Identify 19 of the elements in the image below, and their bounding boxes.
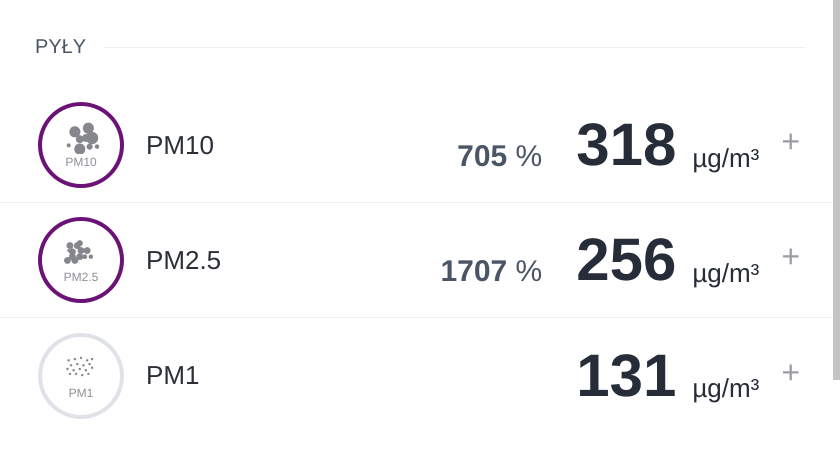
pollutant-name: PM2.5 xyxy=(146,244,222,276)
concentration-value: 131 xyxy=(576,346,676,406)
section-title: PYŁY xyxy=(35,35,86,60)
expand-button[interactable]: + xyxy=(781,356,800,388)
pollutant-name: PM10 xyxy=(146,128,215,162)
concentration-value: 256 xyxy=(576,230,676,290)
unit-label: µg/m³ xyxy=(692,256,760,290)
expand-button[interactable]: + xyxy=(781,125,800,157)
unit-label: µg/m³ xyxy=(692,372,760,405)
norm-percentage: 705 % xyxy=(456,138,542,174)
badge-label: PM10 xyxy=(65,156,97,168)
badge-label: PM2.5 xyxy=(64,271,98,283)
unit-label: µg/m³ xyxy=(692,142,760,174)
scrollbar[interactable] xyxy=(833,0,840,380)
concentration-value: 318 xyxy=(576,115,676,175)
norm-percentage: 1707 % xyxy=(439,254,542,290)
expand-button[interactable]: + xyxy=(781,240,800,272)
badge-label: PM1 xyxy=(68,386,94,398)
pollutant-name: PM1 xyxy=(146,359,200,392)
